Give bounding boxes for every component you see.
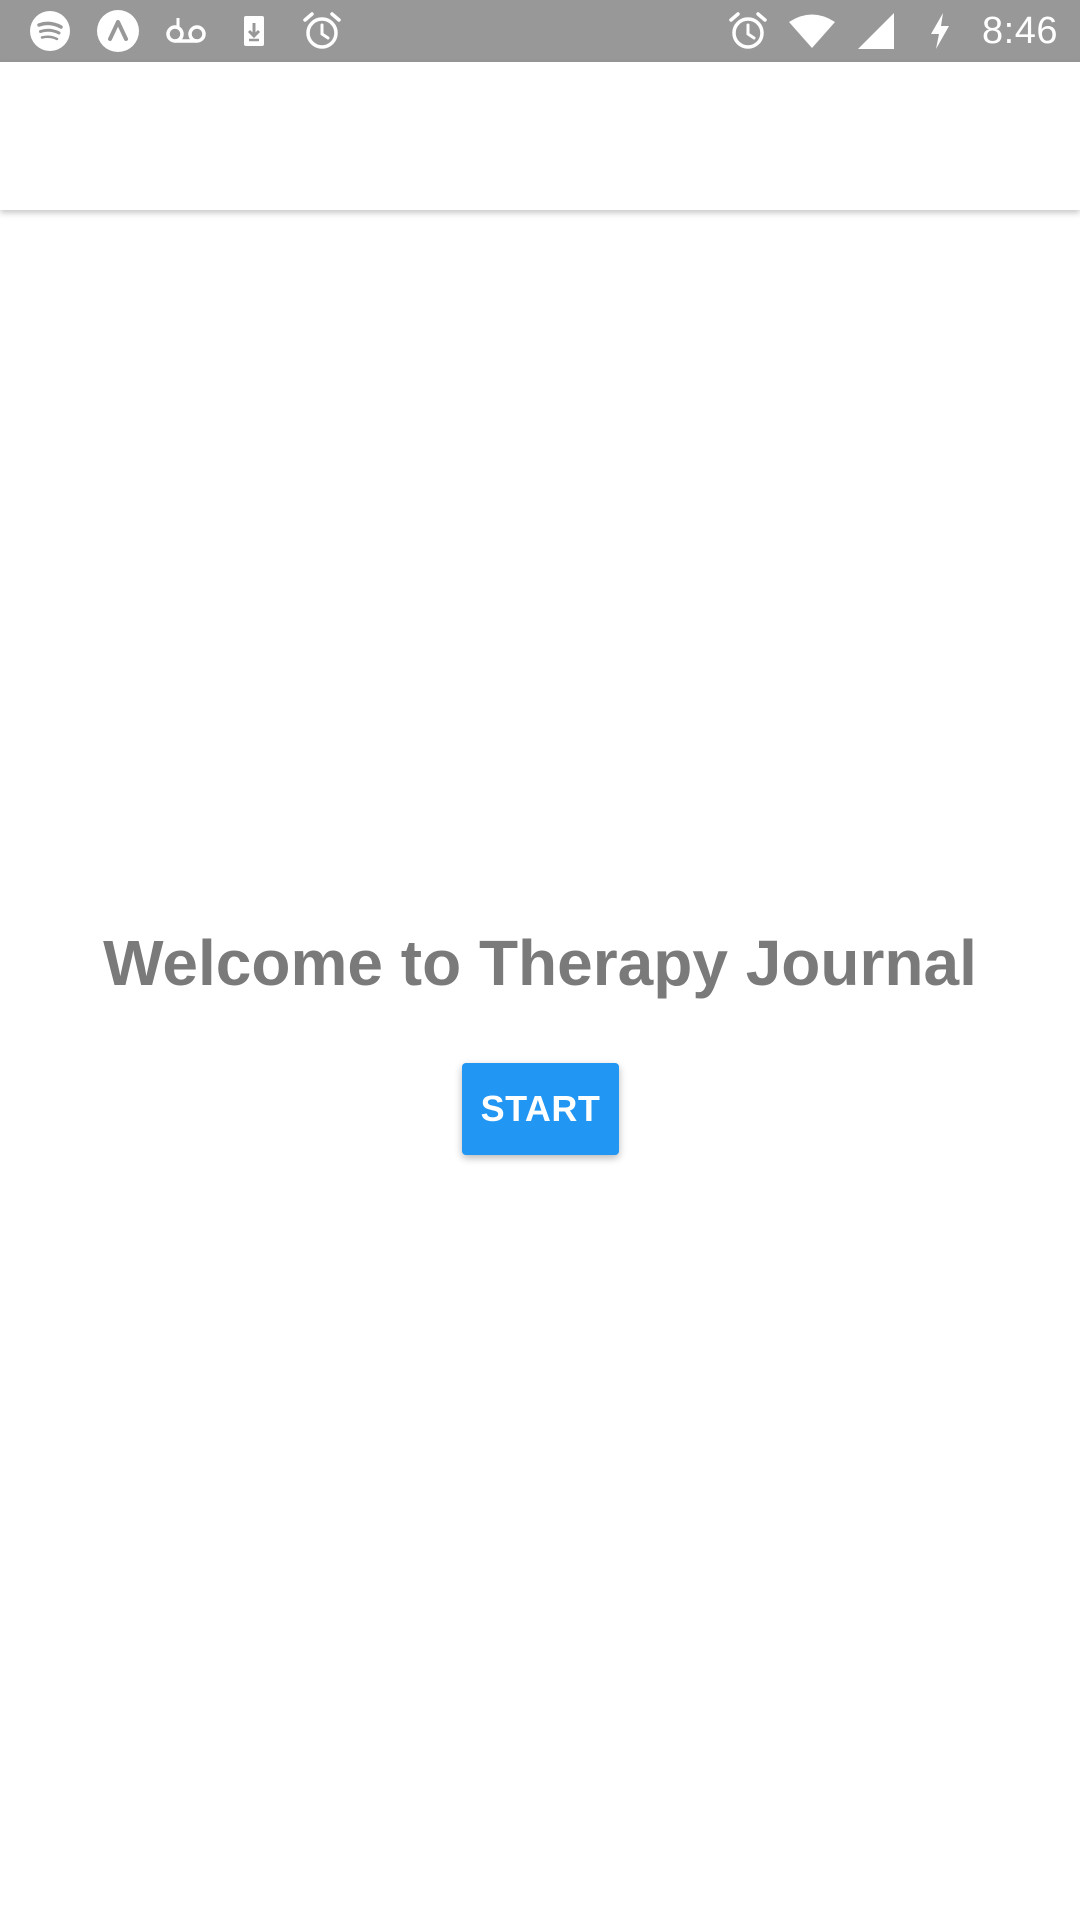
status-time: 8:46 bbox=[982, 9, 1058, 52]
signal-icon bbox=[852, 7, 900, 55]
alarm-icon bbox=[724, 7, 772, 55]
voicemail-icon bbox=[162, 7, 210, 55]
welcome-screen: Welcome to Therapy Journal START bbox=[0, 210, 1080, 1920]
app-a-icon bbox=[94, 7, 142, 55]
wifi-icon bbox=[788, 7, 836, 55]
status-bar: 8:46 bbox=[0, 0, 1080, 62]
download-icon bbox=[230, 7, 278, 55]
welcome-title: Welcome to Therapy Journal bbox=[103, 927, 977, 999]
status-bar-system: 8:46 bbox=[708, 0, 1058, 62]
app-bar bbox=[0, 62, 1080, 210]
spotify-icon bbox=[26, 7, 74, 55]
status-bar-notifications bbox=[26, 0, 366, 62]
start-button[interactable]: START bbox=[462, 1063, 619, 1155]
charging-icon bbox=[916, 7, 964, 55]
alarm-icon bbox=[298, 7, 346, 55]
